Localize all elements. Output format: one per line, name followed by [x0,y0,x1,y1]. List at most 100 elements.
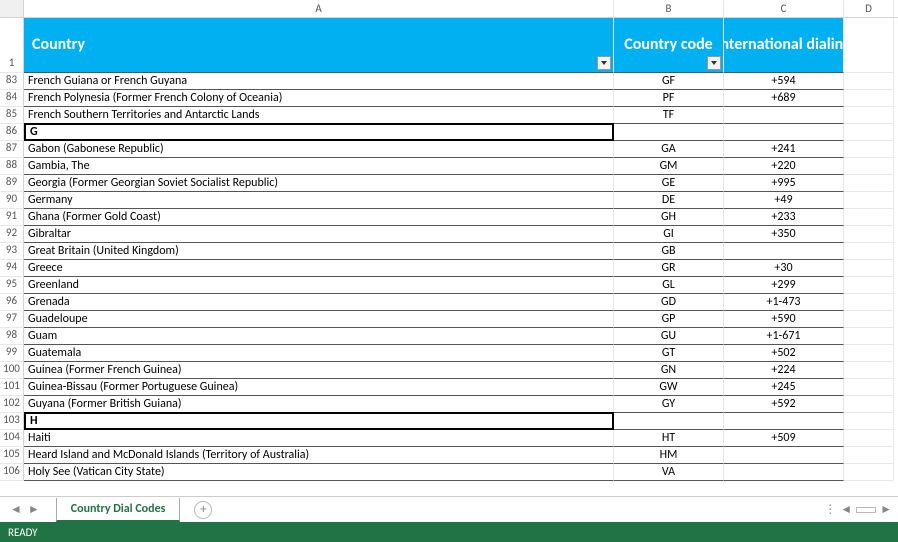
cell-empty[interactable] [844,73,894,90]
cell-dial[interactable]: +590 [724,311,844,328]
cell-dial[interactable] [724,447,844,464]
cell-dial[interactable]: +224 [724,362,844,379]
sheet-tab-active[interactable]: Country Dial Codes [56,498,181,522]
header-country-code[interactable]: Country code [614,18,724,73]
cell-code[interactable]: GM [614,158,724,175]
hscroll-track[interactable] [856,507,876,513]
cell-code[interactable]: HT [614,430,724,447]
cell-empty[interactable] [844,124,894,141]
cell-dial[interactable]: +220 [724,158,844,175]
cell-empty[interactable] [844,158,894,175]
cell-code[interactable]: GY [614,396,724,413]
column-header-A[interactable]: A [24,0,614,17]
row-number[interactable]: 94 [0,260,24,277]
cell-code[interactable]: VA [614,464,724,481]
cell-code[interactable]: TF [614,107,724,124]
column-header-C[interactable]: C [724,0,844,17]
cell-code[interactable]: GW [614,379,724,396]
cell-country[interactable]: Guinea-Bissau (Former Portuguese Guinea) [24,379,614,396]
cell-dial[interactable]: +592 [724,396,844,413]
row-number[interactable]: 102 [0,396,24,413]
row-number[interactable]: 96 [0,294,24,311]
cell-dial[interactable]: +502 [724,345,844,362]
header-country[interactable]: Country [24,18,614,73]
cell-empty[interactable] [844,226,894,243]
cell-code[interactable]: GR [614,260,724,277]
cell-empty[interactable] [844,260,894,277]
cell-dial[interactable]: +995 [724,175,844,192]
cell-country[interactable]: Guatemala [24,345,614,362]
cell-country[interactable]: G [24,123,614,141]
cell-country[interactable]: Heard Island and McDonald Islands (Terri… [24,447,614,464]
row-number[interactable]: 86 [0,124,24,141]
row-number[interactable]: 105 [0,447,24,464]
row-number[interactable]: 97 [0,311,24,328]
cell-dial[interactable]: +1-473 [724,294,844,311]
cell-dial[interactable]: +594 [724,73,844,90]
cell-country[interactable]: Grenada [24,294,614,311]
cell-empty[interactable] [844,277,894,294]
hscroll-right-icon[interactable]: ► [880,502,892,517]
sheet-nav-prev-icon[interactable]: ◄ [10,502,22,517]
cell-dial[interactable]: +689 [724,90,844,107]
cell-empty[interactable] [844,430,894,447]
row-number[interactable]: 90 [0,192,24,209]
cell-empty[interactable] [844,413,894,430]
row-number[interactable]: 92 [0,226,24,243]
cell-empty[interactable] [844,362,894,379]
cell-code[interactable]: GH [614,209,724,226]
row-number[interactable]: 103 [0,413,24,430]
cell-country[interactable]: Ghana (Former Gold Coast) [24,209,614,226]
cell-code[interactable]: GD [614,294,724,311]
cell-empty[interactable] [844,175,894,192]
row-number[interactable]: 91 [0,209,24,226]
row-number[interactable]: 101 [0,379,24,396]
row-number[interactable]: 106 [0,464,24,481]
cell-code[interactable]: GP [614,311,724,328]
cell-country[interactable]: Germany [24,192,614,209]
empty-header-D[interactable] [844,18,894,73]
column-header-B[interactable]: B [614,0,724,17]
cell-country[interactable]: French Guiana or French Guyana [24,73,614,90]
cell-country[interactable]: Gabon (Gabonese Republic) [24,141,614,158]
cell-empty[interactable] [844,396,894,413]
cell-code[interactable] [614,413,724,430]
cell-dial[interactable] [724,464,844,481]
cell-dial[interactable] [724,413,844,430]
filter-dropdown-icon[interactable] [597,56,611,70]
cell-country[interactable]: Guyana (Former British Guiana) [24,396,614,413]
cell-code[interactable]: GI [614,226,724,243]
cell-empty[interactable] [844,141,894,158]
cell-code[interactable]: GT [614,345,724,362]
cell-empty[interactable] [844,90,894,107]
sheet-nav-next-icon[interactable]: ► [28,502,40,517]
row-number[interactable]: 1 [0,18,24,73]
row-number[interactable]: 83 [0,73,24,90]
row-number[interactable]: 87 [0,141,24,158]
row-number[interactable]: 88 [0,158,24,175]
cell-country[interactable]: Guadeloupe [24,311,614,328]
row-number[interactable]: 85 [0,107,24,124]
cell-empty[interactable] [844,107,894,124]
cell-country[interactable]: French Southern Territories and Antarcti… [24,107,614,124]
cell-empty[interactable] [844,328,894,345]
cell-code[interactable]: GL [614,277,724,294]
cell-dial[interactable] [724,124,844,141]
spreadsheet-grid[interactable]: A B C D 1 Country Country code Internati… [0,0,898,496]
add-sheet-button[interactable]: + [194,501,212,519]
row-number[interactable]: 98 [0,328,24,345]
cell-country[interactable]: Georgia (Former Georgian Soviet Socialis… [24,175,614,192]
cell-country[interactable]: Great Britain (United Kingdom) [24,243,614,260]
cell-code[interactable]: GN [614,362,724,379]
cell-dial[interactable]: +49 [724,192,844,209]
cell-code[interactable]: GA [614,141,724,158]
cell-dial[interactable]: +509 [724,430,844,447]
cell-dial[interactable]: +350 [724,226,844,243]
row-number[interactable]: 84 [0,90,24,107]
cell-code[interactable] [614,124,724,141]
cell-dial[interactable]: +30 [724,260,844,277]
cell-code[interactable]: GU [614,328,724,345]
cell-empty[interactable] [844,311,894,328]
cell-empty[interactable] [844,379,894,396]
cell-dial[interactable]: +1-671 [724,328,844,345]
